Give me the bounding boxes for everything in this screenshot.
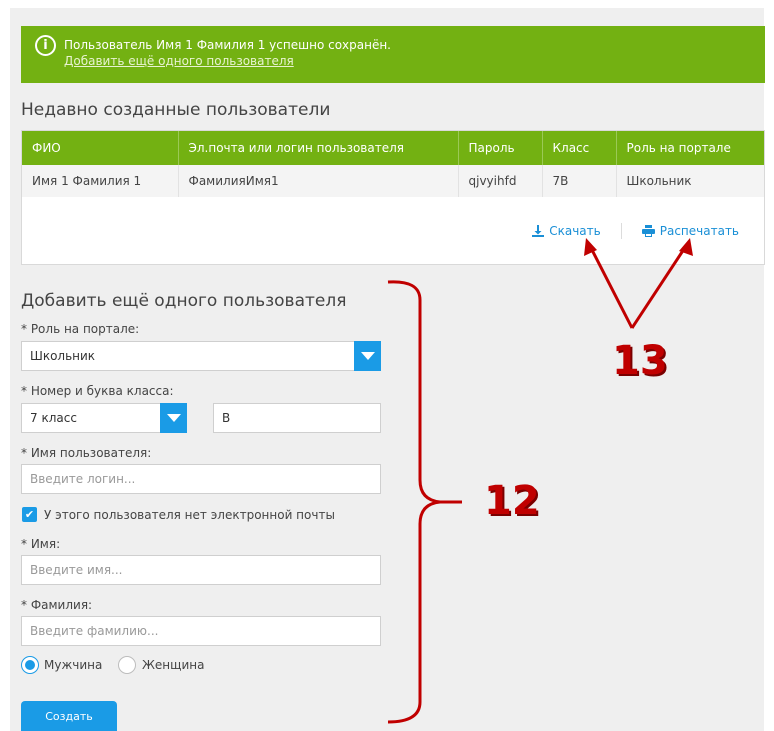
- callout-13: 13: [612, 338, 668, 384]
- annotation-arrow-download: [588, 245, 634, 329]
- annotation-bracket: [387, 280, 441, 724]
- callout-12: 12: [484, 478, 540, 524]
- annotation-arrow-print: [630, 245, 688, 329]
